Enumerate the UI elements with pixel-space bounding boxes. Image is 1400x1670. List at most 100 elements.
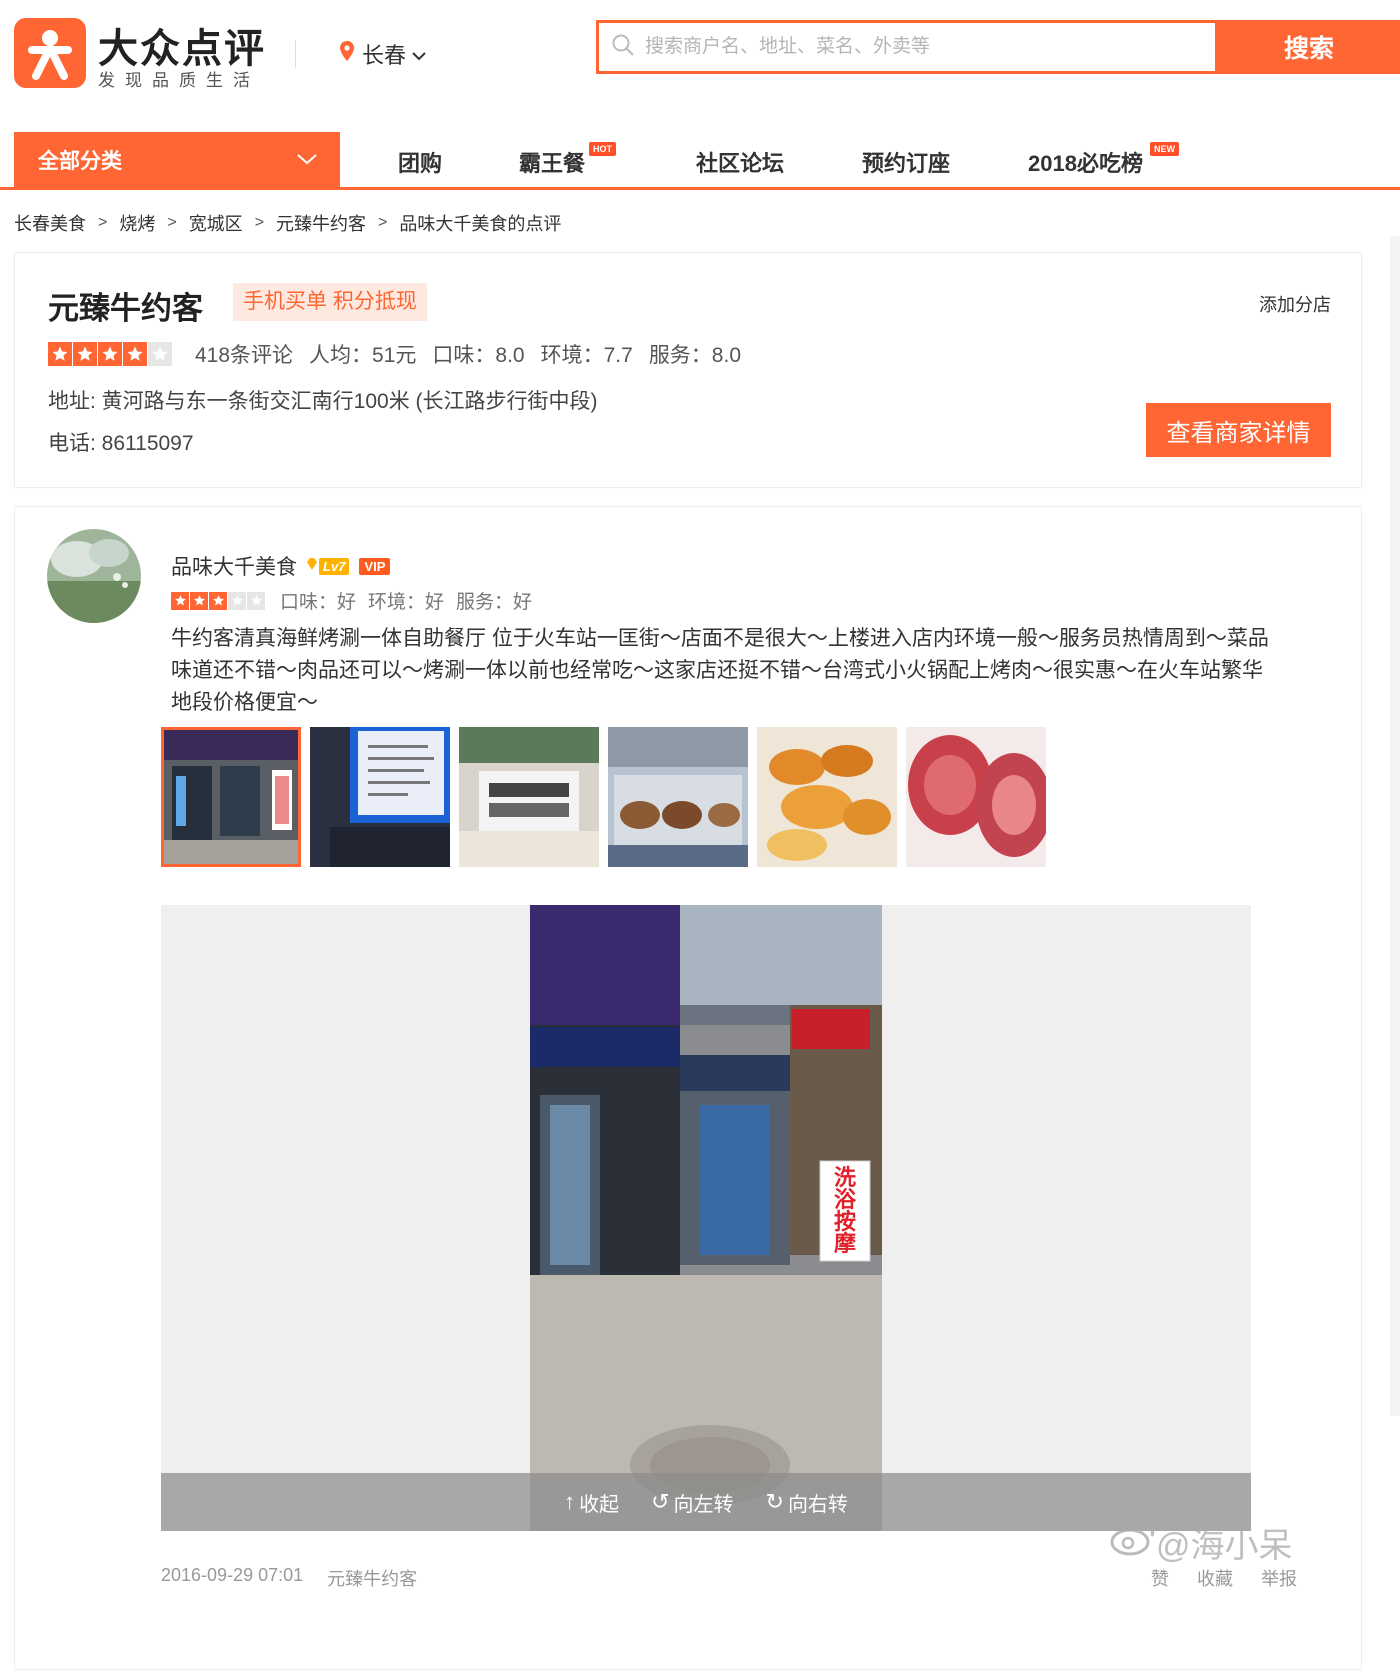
nav-item-label: 社区论坛 bbox=[696, 151, 785, 176]
review-service: 服务：好 bbox=[456, 592, 533, 613]
breadcrumb-separator: > bbox=[254, 214, 265, 231]
dianping-logo-icon[interactable] bbox=[14, 18, 86, 88]
star-icon bbox=[123, 342, 147, 366]
review-text: 牛约客清真海鲜烤涮一体自助餐厅 位于火车站一匡街～店面不是很大～上楼进入店内环境… bbox=[171, 627, 1269, 714]
nav-item-must-eat-list[interactable]: 2018必吃榜 NEW bbox=[1028, 142, 1179, 178]
level-badge: Lv7 bbox=[305, 557, 350, 576]
city-name: 长春 bbox=[362, 43, 407, 68]
watermark-text: @海小呆 bbox=[1156, 1527, 1293, 1565]
rotate-left-label: 向左转 bbox=[673, 1493, 734, 1516]
breadcrumb-district[interactable]: 宽城区 bbox=[189, 210, 243, 236]
chevron-down-icon bbox=[412, 41, 426, 67]
weibo-watermark: @海小呆 bbox=[1110, 1518, 1293, 1567]
collapse-label: 收起 bbox=[579, 1493, 620, 1516]
shop-name[interactable]: 元臻牛约客 bbox=[48, 283, 203, 328]
star-icon bbox=[209, 591, 227, 610]
sign-text: 洗浴按摩 bbox=[833, 1165, 856, 1256]
nav-item-forum[interactable]: 社区论坛 bbox=[696, 146, 784, 178]
breadcrumb: 长春美食 > 烧烤 > 宽城区 > 元臻牛约客 > 品味大千美食的点评 bbox=[14, 210, 561, 236]
search-button[interactable]: 搜索 bbox=[1218, 20, 1400, 74]
city-selector[interactable]: 长春 bbox=[340, 38, 426, 70]
reviewer-info: 品味大千美食 Lv7 VIP bbox=[171, 551, 391, 581]
review-taste: 口味：好 bbox=[280, 592, 357, 613]
brand-slogan: 发现品质生活 bbox=[98, 71, 260, 90]
star-icon bbox=[98, 342, 122, 366]
photo-thumbnail-menu[interactable] bbox=[310, 727, 450, 867]
avatar[interactable] bbox=[47, 529, 141, 623]
environment-score: 环境：7.7 bbox=[540, 344, 633, 367]
photo-thumbnail-sliced-beef[interactable] bbox=[906, 727, 1046, 867]
weibo-icon bbox=[1110, 1520, 1156, 1565]
search-input[interactable] bbox=[645, 36, 1185, 58]
arrow-up-icon: ↑ bbox=[564, 1489, 576, 1514]
taste-score: 口味：8.0 bbox=[432, 344, 525, 367]
collapse-button[interactable]: ↑ 收起 bbox=[564, 1488, 619, 1517]
hot-badge: HOT bbox=[589, 142, 616, 156]
shop-star-rating bbox=[48, 342, 173, 366]
level-text: Lv7 bbox=[319, 557, 350, 575]
promo-tag: 手机买单 积分抵现 bbox=[233, 283, 427, 321]
nav-item-label: 霸王餐 bbox=[519, 151, 586, 176]
rotate-left-icon: ↺ bbox=[651, 1489, 670, 1514]
rotate-right-icon: ↻ bbox=[765, 1489, 784, 1514]
review-meta: 2016-09-29 07:01 元臻牛约客 bbox=[161, 1565, 441, 1591]
breadcrumb-separator: > bbox=[167, 214, 177, 231]
breadcrumb-separator: > bbox=[378, 214, 388, 231]
star-icon bbox=[171, 591, 189, 610]
star-empty-icon bbox=[148, 342, 172, 366]
viewer-controls: ↑ 收起 ↺ 向左转 ↻ 向右转 bbox=[161, 1473, 1251, 1531]
vip-badge: VIP bbox=[359, 557, 391, 575]
review-actions: 赞 收藏 举报 bbox=[1123, 1565, 1297, 1591]
breadcrumb-separator: > bbox=[98, 214, 108, 231]
nav-item-group-buy[interactable]: 团购 bbox=[398, 146, 442, 178]
reviewer-name[interactable]: 品味大千美食 bbox=[171, 551, 297, 581]
location-pin-icon bbox=[340, 41, 354, 67]
rotate-right-button[interactable]: ↻ 向右转 bbox=[766, 1488, 848, 1517]
viewer-image-storefront[interactable]: 洗浴按摩 bbox=[530, 905, 882, 1531]
nav-item-label: 2018必吃榜 bbox=[1028, 151, 1143, 176]
star-empty-icon bbox=[228, 591, 246, 610]
review-environment: 环境：好 bbox=[368, 592, 445, 613]
breadcrumb-shop[interactable]: 元臻牛约客 bbox=[276, 210, 366, 236]
photo-thumbnail-buffet-counter[interactable] bbox=[459, 727, 599, 867]
view-shop-details-button[interactable]: 查看商家详情 bbox=[1146, 403, 1331, 457]
main-nav: 全部分类 团购 霸王餐 HOT 社区论坛 预约订座 2018必吃榜 NEW bbox=[0, 132, 1400, 190]
star-icon bbox=[190, 591, 208, 610]
all-categories-label: 全部分类 bbox=[38, 149, 122, 173]
add-branch-link[interactable]: 添加分店 bbox=[1259, 291, 1331, 317]
review-count[interactable]: 418条评论 bbox=[195, 339, 293, 369]
review-date: 2016-09-29 07:01 bbox=[161, 1565, 304, 1585]
photo-thumbnail-freezer[interactable] bbox=[608, 727, 748, 867]
shop-address: 地址: 黄河路与东一条街交汇南行100米 (长江路步行街中段) bbox=[48, 390, 598, 413]
nav-item-reservation[interactable]: 预约订座 bbox=[862, 146, 950, 178]
rotate-right-label: 向右转 bbox=[787, 1493, 848, 1516]
breadcrumb-city-food[interactable]: 长春美食 bbox=[14, 210, 86, 236]
photo-thumbnail-fried-shrimp[interactable] bbox=[757, 727, 897, 867]
nav-item-free-meal[interactable]: 霸王餐 HOT bbox=[519, 142, 616, 178]
review-card: 品味大千美食 Lv7 VIP 口味：好 环境：好 服务：好 牛约客清真海鲜烤涮一… bbox=[14, 506, 1362, 1670]
report-button[interactable]: 举报 bbox=[1261, 1565, 1297, 1591]
rotate-left-button[interactable]: ↺ 向左转 bbox=[651, 1488, 733, 1517]
shop-phone: 电话: 86115097 bbox=[48, 432, 194, 455]
star-icon bbox=[48, 342, 72, 366]
new-badge: NEW bbox=[1150, 142, 1179, 156]
breadcrumb-current: 品味大千美食的点评 bbox=[399, 214, 562, 234]
review-shop-link[interactable]: 元臻牛约客 bbox=[327, 1565, 417, 1591]
nav-item-label: 团购 bbox=[398, 151, 443, 176]
shop-info-card: 元臻牛约客 手机买单 积分抵现 添加分店 418条评论 人均：51元 口味：8.… bbox=[14, 252, 1362, 488]
chevron-down-icon bbox=[296, 148, 318, 172]
scrollbar-track[interactable] bbox=[1390, 236, 1400, 1416]
photo-thumbnail-storefront[interactable] bbox=[161, 727, 301, 867]
diamond-icon bbox=[305, 557, 319, 576]
like-button[interactable]: 赞 bbox=[1151, 1565, 1169, 1591]
all-categories-menu[interactable]: 全部分类 bbox=[14, 132, 340, 187]
header-divider bbox=[295, 40, 296, 68]
breadcrumb-category[interactable]: 烧烤 bbox=[119, 210, 155, 236]
review-photo-strip bbox=[161, 727, 1055, 867]
site-header: 大众点评 发现品质生活 长春 搜索 bbox=[0, 0, 1400, 108]
shop-rating-row: 418条评论 人均：51元 口味：8.0 环境：7.7 服务：8.0 bbox=[48, 339, 757, 369]
photo-viewer: 洗浴按摩 ↑ 收起 ↺ 向左转 ↻ 向右转 bbox=[161, 905, 1251, 1531]
favorite-button[interactable]: 收藏 bbox=[1197, 1565, 1233, 1591]
star-icon bbox=[73, 342, 97, 366]
star-empty-icon bbox=[247, 591, 265, 610]
